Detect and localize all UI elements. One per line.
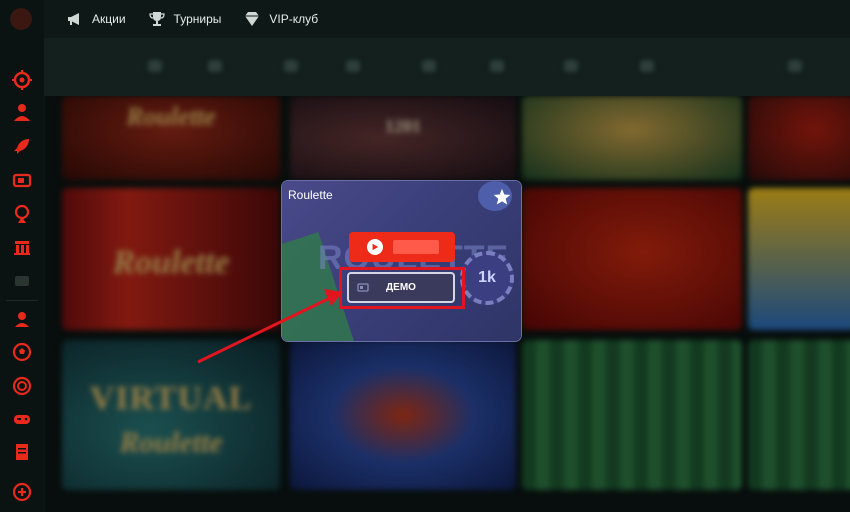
- category-icon[interactable]: [564, 60, 578, 72]
- demo-button[interactable]: ДЕМО: [347, 272, 455, 303]
- trophy-icon: [148, 12, 165, 26]
- megaphone-icon: [68, 13, 79, 25]
- demo-button-label: ДЕМО: [386, 282, 416, 293]
- category-icon[interactable]: [490, 60, 504, 72]
- nav-promotions[interactable]: Акции: [66, 11, 126, 27]
- category-icon[interactable]: [788, 60, 802, 72]
- category-icon[interactable]: [640, 60, 654, 72]
- category-icon[interactable]: [208, 60, 222, 72]
- play-icon: [367, 239, 383, 255]
- play-button[interactable]: [349, 232, 455, 262]
- gamepad-icon[interactable]: [6, 405, 38, 433]
- roulette-icon[interactable]: [6, 66, 38, 94]
- category-icon[interactable]: [422, 60, 436, 72]
- card-title: Roulette: [288, 188, 333, 202]
- nav-tournaments[interactable]: Турниры: [148, 11, 222, 27]
- diamond-icon: [245, 12, 260, 26]
- nav-promotions-label: Акции: [92, 12, 126, 26]
- sidebar: [0, 0, 45, 512]
- category-icon[interactable]: [148, 60, 162, 72]
- sidebar-divider: [6, 300, 38, 301]
- card-chip-1k: 1k: [460, 251, 514, 305]
- nav-vip-label: VIP-клуб: [269, 12, 319, 26]
- rocket-icon[interactable]: [6, 132, 38, 160]
- building-icon[interactable]: [6, 233, 38, 261]
- category-icon[interactable]: [346, 60, 360, 72]
- logo[interactable]: [10, 8, 32, 30]
- target-icon[interactable]: [6, 372, 38, 400]
- category-bar: [44, 38, 850, 96]
- play-label-redacted: [393, 240, 439, 254]
- ticket-icon[interactable]: [6, 267, 38, 295]
- nav-vip[interactable]: VIP-клуб: [243, 11, 318, 27]
- receipt-icon[interactable]: [6, 438, 38, 466]
- nav-tournaments-label: Турниры: [173, 12, 222, 26]
- category-icon[interactable]: [284, 60, 298, 72]
- plus-circle-icon[interactable]: [6, 478, 38, 506]
- game-card-roulette[interactable]: ROULETTE 1k Roulette ДЕМО: [282, 181, 521, 341]
- user-icon[interactable]: [6, 98, 38, 126]
- wheel-icon[interactable]: [6, 200, 38, 228]
- dealer-icon[interactable]: [6, 305, 38, 333]
- demo-icon: [357, 283, 369, 292]
- top-nav: Акции Турниры VIP-клуб: [44, 0, 850, 38]
- football-icon[interactable]: [6, 338, 38, 366]
- favorite-star-icon[interactable]: [491, 186, 513, 208]
- tv-icon[interactable]: [6, 166, 38, 194]
